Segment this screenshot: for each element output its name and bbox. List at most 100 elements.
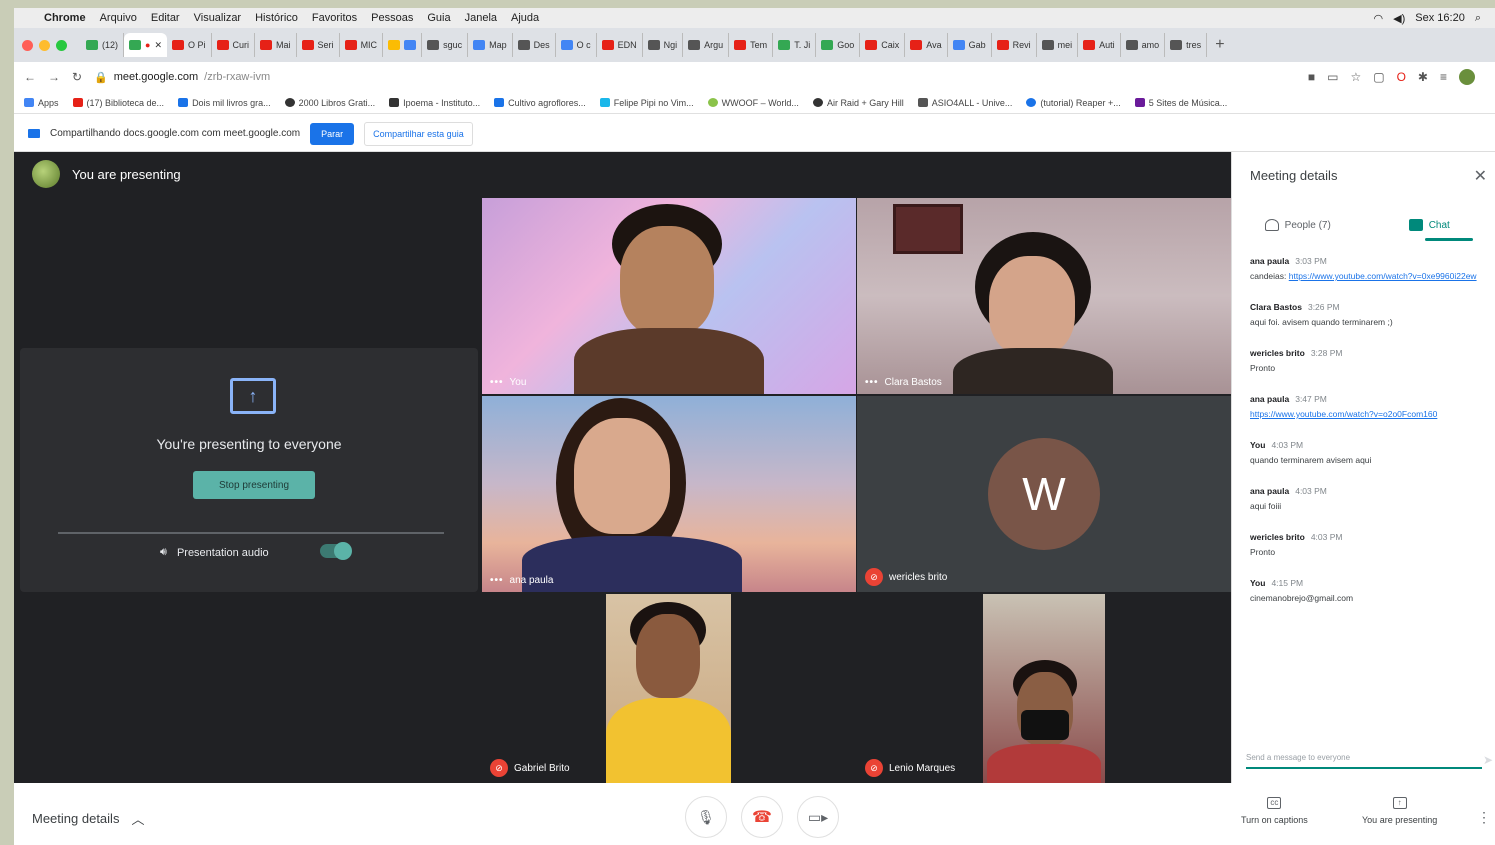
participant-tile-clara[interactable]: ••• Clara Bastos xyxy=(857,198,1231,394)
participant-tile-wericles[interactable]: W ⊘ wericles brito xyxy=(857,396,1231,592)
reading-list-icon[interactable]: ≡ xyxy=(1440,70,1447,84)
menu-app-name[interactable]: Chrome xyxy=(44,12,86,24)
menu-item[interactable]: Ajuda xyxy=(511,12,539,24)
browser-tab[interactable]: O c xyxy=(556,33,597,57)
browser-tab[interactable]: Tem xyxy=(729,33,774,57)
reload-icon[interactable]: ↻ xyxy=(72,70,82,84)
menu-item[interactable]: Histórico xyxy=(255,12,298,24)
star-icon[interactable]: ☆ xyxy=(1350,70,1361,84)
participant-tile-ana-paula[interactable]: ••• ana paula xyxy=(482,396,856,592)
browser-tab[interactable]: Argu xyxy=(683,33,730,57)
browser-tab[interactable]: Mai xyxy=(255,33,297,57)
more-options-icon[interactable]: ••• xyxy=(490,575,504,586)
browser-tab[interactable]: Revi xyxy=(992,33,1037,57)
bookmark-item[interactable]: (17) Biblioteca de... xyxy=(72,98,164,108)
bookmark-item[interactable]: Cultivo agroflores... xyxy=(494,98,586,108)
stop-presenting-button[interactable]: Stop presenting xyxy=(193,471,315,499)
wifi-icon[interactable]: ◠ xyxy=(1374,12,1384,25)
browser-tab[interactable]: MIC xyxy=(340,33,384,57)
browser-tab[interactable]: Des xyxy=(513,33,556,57)
profile-avatar[interactable] xyxy=(1459,69,1475,85)
browser-tab[interactable]: sguc xyxy=(422,33,469,57)
presentation-audio-toggle[interactable] xyxy=(320,542,352,560)
menu-item[interactable]: Editar xyxy=(151,12,180,24)
bookmark-item[interactable]: Ipoema - Instituto... xyxy=(389,98,480,108)
video-feed xyxy=(606,594,731,783)
close-icon[interactable]: ✕ xyxy=(1474,166,1487,186)
browser-tab[interactable]: Map xyxy=(468,33,513,57)
browser-tab[interactable]: T. Ji xyxy=(773,33,817,57)
camera-button[interactable]: ▭▸ xyxy=(797,796,839,838)
participant-tile-lenio[interactable]: ⊘ Lenio Marques xyxy=(857,594,1231,783)
new-tab-button[interactable]: + xyxy=(1215,36,1224,54)
maximize-window-button[interactable] xyxy=(56,39,67,51)
browser-tab[interactable] xyxy=(383,33,423,57)
menu-item[interactable]: Guia xyxy=(427,12,450,24)
stop-sharing-button[interactable]: Parar xyxy=(310,122,355,145)
bookmark-item[interactable]: Felipe Pipi no Vim... xyxy=(599,98,694,108)
browser-tab[interactable]: tres xyxy=(1165,33,1208,57)
bookmark-item[interactable]: (tutorial) Reaper +... xyxy=(1026,98,1121,108)
puzzle-icon[interactable]: ✱ xyxy=(1418,70,1428,84)
chat-input[interactable]: Send a message to everyone xyxy=(1246,747,1482,769)
close-tab-icon[interactable]: ✕ xyxy=(154,40,162,51)
cast-icon[interactable]: ▭ xyxy=(1327,70,1338,84)
browser-tab[interactable]: Caix xyxy=(860,33,906,57)
clock[interactable]: Sex 16:20 xyxy=(1415,12,1465,24)
bookmark-item[interactable]: 2000 Libros Grati... xyxy=(284,98,375,108)
video-feed xyxy=(983,594,1105,783)
menu-item[interactable]: Visualizar xyxy=(194,12,242,24)
url-field[interactable]: 🔒 meet.google.com/zrb-rxaw-ivm xyxy=(94,71,270,84)
more-options-icon[interactable]: ••• xyxy=(490,377,504,388)
browser-tab[interactable]: Ava xyxy=(905,33,948,57)
search-icon[interactable]: ⌕ xyxy=(1475,12,1481,25)
bookmark-item[interactable]: 5 Sites de Música... xyxy=(1134,98,1227,108)
tab-people[interactable]: People (7) xyxy=(1232,210,1364,240)
browser-tab[interactable]: (12) xyxy=(81,33,125,57)
browser-tab[interactable]: mei xyxy=(1037,33,1079,57)
bookmark-item[interactable]: Dois mil livros gra... xyxy=(178,98,271,108)
volume-icon[interactable]: ◀) xyxy=(1393,12,1405,25)
camera-indicator-icon[interactable]: ■ xyxy=(1308,70,1315,84)
presenting-card: ↑ You're presenting to everyone Stop pre… xyxy=(20,348,478,592)
video-feed-shirt xyxy=(606,698,731,783)
browser-tab[interactable]: amo xyxy=(1121,33,1166,57)
send-icon[interactable]: ➤ xyxy=(1483,753,1493,767)
minimize-window-button[interactable] xyxy=(39,39,50,51)
bookmark-item[interactable]: Air Raid + Gary Hill xyxy=(812,98,904,108)
browser-tab[interactable]: Ngi xyxy=(643,33,684,57)
present-now-button[interactable]: ↑ You are presenting xyxy=(1362,797,1437,825)
menu-item[interactable]: Pessoas xyxy=(371,12,413,24)
browser-tab-active[interactable]: ● ✕ xyxy=(124,33,167,57)
tab-chat[interactable]: Chat xyxy=(1364,210,1495,240)
captions-button[interactable]: cc Turn on captions xyxy=(1241,797,1308,825)
leave-call-button[interactable]: ☎︎ xyxy=(741,796,783,838)
browser-tab[interactable]: O Pi xyxy=(167,33,212,57)
share-this-tab-button[interactable]: Compartilhar esta guia xyxy=(364,121,473,146)
opera-icon[interactable]: O xyxy=(1397,70,1406,84)
chat-link[interactable]: https://www.youtube.com/watch?v=o2o0Fcom… xyxy=(1250,409,1437,419)
bookmark-item[interactable]: Apps xyxy=(24,98,59,108)
participant-tile-you[interactable]: ••• You xyxy=(482,198,856,394)
browser-tab[interactable]: Gab xyxy=(948,33,992,57)
bookmark-item[interactable]: ASIO4ALL - Unive... xyxy=(917,98,1012,108)
microphone-button[interactable]: 🎙︎ xyxy=(685,796,727,838)
close-window-button[interactable] xyxy=(22,39,33,51)
menu-item[interactable]: Janela xyxy=(465,12,497,24)
menu-item[interactable]: Favoritos xyxy=(312,12,357,24)
browser-tab[interactable]: Seri xyxy=(297,33,340,57)
participant-tile-gabriel[interactable]: ⊘ Gabriel Brito xyxy=(482,594,856,783)
chat-link[interactable]: https://www.youtube.com/watch?v=0xe9960i… xyxy=(1289,271,1477,281)
browser-tab[interactable]: Goo xyxy=(816,33,861,57)
more-options-icon[interactable]: ••• xyxy=(865,377,879,388)
menu-item[interactable]: Arquivo xyxy=(100,12,137,24)
more-options-icon[interactable]: ⋮ xyxy=(1477,809,1491,826)
browser-tab[interactable]: Curi xyxy=(212,33,256,57)
browser-tab[interactable]: EDN xyxy=(597,33,643,57)
browser-tab[interactable]: Auti xyxy=(1078,33,1121,57)
back-icon[interactable]: ← xyxy=(24,70,36,84)
extension-icon[interactable]: ▢ xyxy=(1373,70,1384,84)
forward-icon[interactable]: → xyxy=(48,70,60,84)
meeting-details-button[interactable]: Meeting details ︿ xyxy=(32,809,144,828)
bookmark-item[interactable]: WWOOF – World... xyxy=(707,98,799,108)
